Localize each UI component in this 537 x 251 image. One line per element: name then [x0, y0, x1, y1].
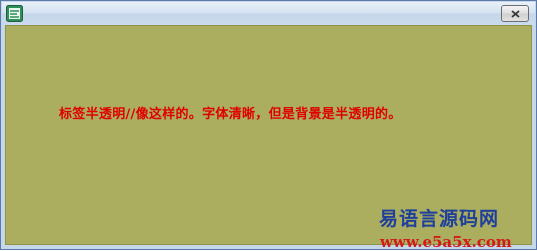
close-icon	[511, 10, 520, 18]
form-client-area: 标签半透明//像这样的。字体清晰，但是背景是半透明的。 易语言源码网 www.e…	[5, 25, 532, 251]
watermark-title: 易语言源码网	[379, 208, 500, 230]
app-icon[interactable]	[6, 5, 23, 22]
title-bar[interactable]	[2, 2, 535, 25]
app-window: 标签半透明//像这样的。字体清晰，但是背景是半透明的。 易语言源码网 www.e…	[0, 0, 537, 251]
close-button[interactable]	[501, 5, 529, 22]
translucent-label: 标签半透明//像这样的。字体清晰，但是背景是半透明的。	[59, 107, 402, 122]
watermark-url: www.e5a5x.com	[380, 233, 512, 251]
